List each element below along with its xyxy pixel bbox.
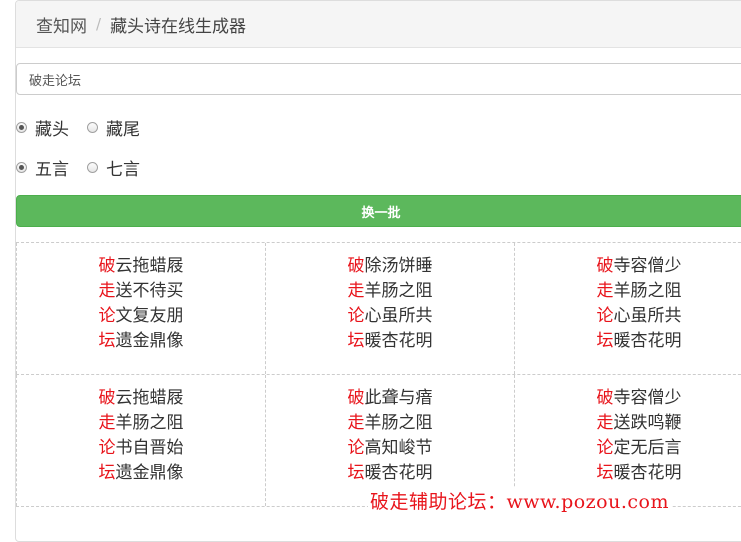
radio-label-head: 藏头: [35, 120, 69, 140]
radio-button-tail[interactable]: [87, 122, 98, 133]
poem-line: 论书自晋始: [99, 436, 184, 461]
head-char: 坛: [596, 463, 614, 483]
poem-card: 破云拖蜡屐 走送不待买 论文复友朋 坛遗金鼎像: [16, 243, 265, 374]
line-rest: 寺容僧少: [613, 256, 682, 276]
poem-line: 破寺容僧少: [597, 386, 682, 411]
line-rest: 暖杏花明: [364, 331, 433, 351]
head-char: 破: [98, 256, 116, 276]
keyword-input[interactable]: [16, 63, 741, 95]
radio-label-seven: 七言: [106, 160, 140, 180]
poem-line: 破寺容僧少: [597, 254, 682, 279]
length-radio-group: 五言 七言: [16, 155, 158, 180]
head-char: 论: [98, 306, 116, 326]
position-radio-group: 藏头 藏尾: [16, 115, 158, 140]
poem-line: 论文复友朋: [99, 304, 184, 329]
poem-line: 走送跌鸣鞭: [597, 411, 682, 436]
poem-line: 破此聋与瘖: [348, 386, 433, 411]
poem-line: 破云拖蜡屐: [99, 254, 184, 279]
head-char: 论: [98, 438, 116, 458]
poem-line: 坛遗金鼎像: [99, 461, 184, 486]
poem-line: 坛暖杏花明: [597, 461, 682, 486]
line-rest: 云拖蜡屐: [115, 388, 184, 408]
poem-line: 坛暖杏花明: [348, 329, 433, 354]
breadcrumb-home-link[interactable]: 查知网: [36, 12, 87, 37]
head-char: 走: [347, 413, 365, 433]
line-rest: 暖杏花明: [364, 463, 433, 483]
radio-button-seven[interactable]: [87, 162, 98, 173]
poem-line: 论高知峻节: [348, 436, 433, 461]
breadcrumb: 查知网 / 藏头诗在线生成器: [16, 1, 741, 48]
poem-card: 破寺容僧少 走羊肠之阻 论心虽所共 坛暖杏花明: [514, 243, 741, 374]
poem-line: 走羊肠之阻: [348, 411, 433, 436]
poem-line: 走羊肠之阻: [597, 279, 682, 304]
poem-line: 走羊肠之阻: [99, 411, 184, 436]
line-rest: 遗金鼎像: [115, 463, 184, 483]
line-rest: 除汤饼睡: [364, 256, 433, 276]
poem-line: 坛遗金鼎像: [99, 329, 184, 354]
poem-card: 破云拖蜡屐 走羊肠之阻 论书自晋始 坛遗金鼎像: [16, 375, 265, 506]
line-rest: 羊肠之阻: [115, 413, 184, 433]
head-char: 走: [596, 413, 614, 433]
line-rest: 遗金鼎像: [115, 331, 184, 351]
radio-option-head[interactable]: 藏头: [16, 115, 69, 140]
head-char: 走: [596, 281, 614, 301]
poem-line: 破云拖蜡屐: [99, 386, 184, 411]
line-rest: 高知峻节: [364, 438, 433, 458]
radio-option-five[interactable]: 五言: [16, 155, 69, 180]
head-char: 破: [347, 256, 365, 276]
head-char: 论: [347, 306, 365, 326]
line-rest: 送不待买: [115, 281, 184, 301]
radio-option-seven[interactable]: 七言: [87, 155, 140, 180]
head-char: 坛: [98, 463, 116, 483]
head-char: 论: [347, 438, 365, 458]
breadcrumb-current: 藏头诗在线生成器: [110, 16, 247, 37]
line-rest: 定无后言: [613, 438, 682, 458]
radio-label-five: 五言: [35, 160, 69, 180]
head-char: 破: [98, 388, 116, 408]
breadcrumb-separator: /: [96, 15, 102, 33]
head-char: 论: [596, 306, 614, 326]
poem-grid: 破云拖蜡屐 走送不待买 论文复友朋 坛遗金鼎像 破除汤饼睡 走羊肠之阻 论心虽所…: [16, 242, 741, 507]
line-rest: 文复友朋: [115, 306, 184, 326]
poem-row: 破云拖蜡屐 走送不待买 论文复友朋 坛遗金鼎像 破除汤饼睡 走羊肠之阻 论心虽所…: [16, 242, 741, 374]
head-char: 论: [596, 438, 614, 458]
head-char: 走: [347, 281, 365, 301]
line-rest: 羊肠之阻: [613, 281, 682, 301]
line-rest: 羊肠之阻: [364, 281, 433, 301]
head-char: 破: [596, 256, 614, 276]
site-watermark: 破走辅助论坛：www.pozou.com: [368, 487, 671, 514]
poem-line: 论心虽所共: [348, 304, 433, 329]
line-rest: 暖杏花明: [613, 331, 682, 351]
head-char: 破: [596, 388, 614, 408]
refresh-button[interactable]: 换一批: [16, 195, 741, 227]
line-rest: 云拖蜡屐: [115, 256, 184, 276]
poem-line: 论心虽所共: [597, 304, 682, 329]
head-char: 破: [347, 388, 365, 408]
line-rest: 寺容僧少: [613, 388, 682, 408]
head-char: 走: [98, 281, 116, 301]
head-char: 坛: [347, 463, 365, 483]
poem-line: 坛暖杏花明: [348, 461, 433, 486]
radio-button-five[interactable]: [16, 162, 27, 173]
radio-label-tail: 藏尾: [106, 120, 140, 140]
line-rest: 心虽所共: [364, 306, 433, 326]
poem-card: 破除汤饼睡 走羊肠之阻 论心虽所共 坛暖杏花明: [265, 243, 514, 374]
poem-line: 破除汤饼睡: [348, 254, 433, 279]
poem-line: 走羊肠之阻: [348, 279, 433, 304]
poem-line: 走送不待买: [99, 279, 184, 304]
poem-line: 论定无后言: [597, 436, 682, 461]
line-rest: 此聋与瘖: [364, 388, 433, 408]
line-rest: 送跌鸣鞭: [613, 413, 682, 433]
poem-line: 坛暖杏花明: [597, 329, 682, 354]
head-char: 坛: [596, 331, 614, 351]
line-rest: 书自晋始: [115, 438, 184, 458]
head-char: 走: [98, 413, 116, 433]
line-rest: 羊肠之阻: [364, 413, 433, 433]
line-rest: 暖杏花明: [613, 463, 682, 483]
head-char: 坛: [98, 331, 116, 351]
radio-button-head[interactable]: [16, 122, 27, 133]
line-rest: 心虽所共: [613, 306, 682, 326]
head-char: 坛: [347, 331, 365, 351]
radio-option-tail[interactable]: 藏尾: [87, 115, 140, 140]
